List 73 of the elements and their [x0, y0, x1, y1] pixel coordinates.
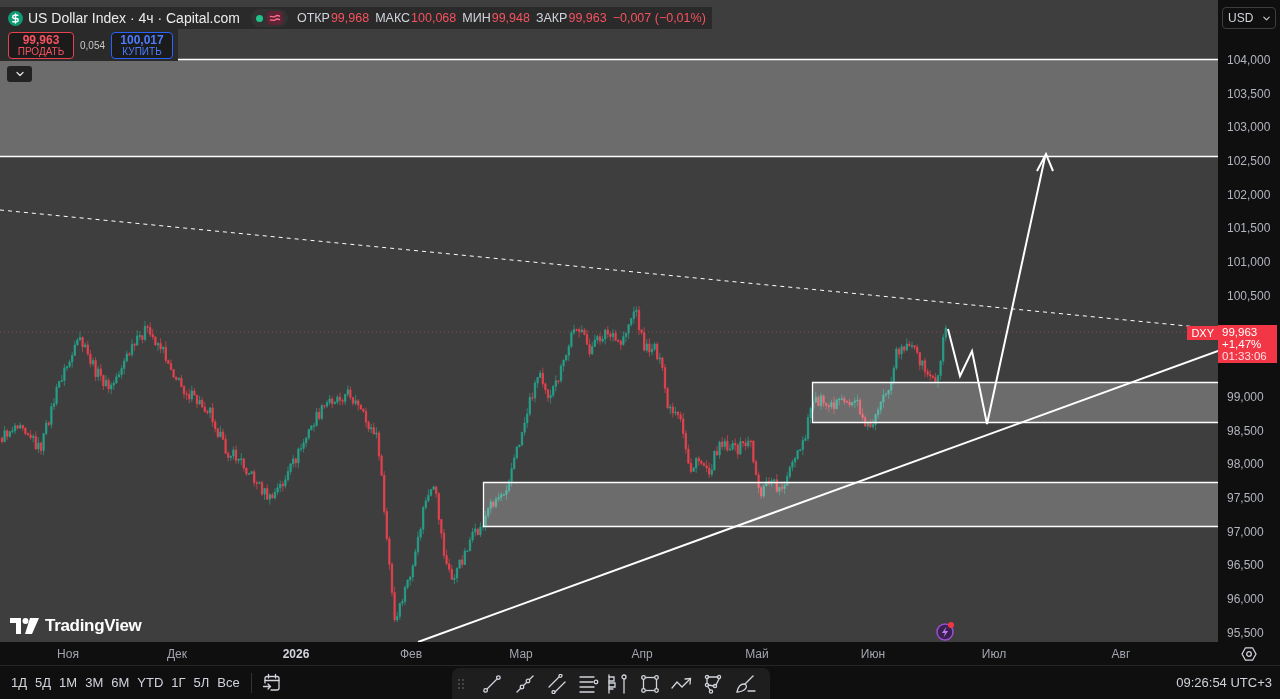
time-display: 09:26:54 UTC+3: [1176, 673, 1272, 692]
ohlc-value: 99,948: [491, 9, 530, 27]
range-button[interactable]: 3М: [81, 669, 108, 696]
price-tick-label: 98,000: [1227, 457, 1264, 472]
price-tick-label: 101,000: [1227, 255, 1271, 270]
price-tick-label: 100,500: [1227, 288, 1271, 303]
sell-button[interactable]: 99,963 ПРОДАТЬ: [8, 32, 74, 59]
time-axis-label: Ноя: [57, 647, 79, 661]
range-button[interactable]: 6М: [107, 669, 134, 696]
price-tick-label: 103,500: [1227, 86, 1271, 101]
time-axis-label: Апр: [631, 647, 653, 661]
brush-icon[interactable]: [735, 673, 757, 694]
logo-icon: [10, 617, 40, 635]
time-axis-label: Май: [745, 647, 769, 661]
time-axis-label: 2026: [282, 647, 310, 661]
range-button[interactable]: 5Л: [189, 669, 214, 696]
price-tick-label: 102,000: [1227, 187, 1271, 202]
collapse-button[interactable]: [7, 66, 32, 82]
polygon-icon[interactable]: [703, 673, 723, 694]
range-button[interactable]: 1М: [55, 669, 82, 696]
range-button[interactable]: 5Д: [31, 669, 56, 696]
price-tick-label: 99,000: [1227, 389, 1264, 404]
currency-dropdown[interactable]: USD: [1222, 7, 1276, 29]
ohlc-label: ОТКР: [296, 9, 330, 27]
range-button[interactable]: Все: [213, 669, 244, 696]
ohlc-label: ЗАКР: [535, 9, 568, 27]
price-tick-label: 104,000: [1227, 53, 1271, 67]
time-axis-label: Фев: [399, 647, 423, 661]
price-tick-label: 102,500: [1227, 154, 1271, 169]
price-tick-label: 97,000: [1227, 524, 1264, 539]
line-points-icon[interactable]: [515, 673, 535, 694]
drag-handle-icon[interactable]: [458, 678, 464, 689]
settings-icon[interactable]: [1241, 645, 1257, 662]
ohlc-value: 99,968: [330, 9, 370, 27]
symbol-label: DXY: [1187, 326, 1218, 340]
price-tick-label: 96,500: [1227, 558, 1264, 573]
price-change: +1,47%: [1222, 338, 1262, 350]
price-tick-label: 103,000: [1227, 120, 1271, 135]
price-tick-label: 97,500: [1227, 490, 1264, 505]
level-bars-icon[interactable]: [607, 673, 617, 694]
price-tick-label: 96,000: [1227, 592, 1264, 606]
bar-countdown: 01:33:06: [1222, 350, 1267, 362]
buy-button[interactable]: 100,017 КУПИТЬ: [111, 32, 174, 59]
price-tick-label: 95,500: [1227, 625, 1264, 640]
horizontal-lines-icon[interactable]: [579, 674, 599, 693]
range-button[interactable]: YTD: [133, 669, 168, 696]
range-button[interactable]: 1Д: [7, 669, 32, 696]
calendar-icon[interactable]: [261, 673, 282, 692]
lightning-icon[interactable]: [936, 623, 954, 641]
parallel-lines-icon[interactable]: [547, 673, 567, 694]
last-price: 99,963: [1222, 326, 1258, 338]
ohlc-value: 100,068: [411, 9, 457, 27]
diagonal-line-icon[interactable]: [482, 673, 502, 694]
logo-text: TradingView: [45, 616, 142, 636]
price-tick-label: 101,500: [1227, 221, 1271, 236]
time-axis-label: Июл: [981, 647, 1007, 661]
time-axis-label: Авг: [1111, 647, 1131, 661]
ohlc-value: 99,963: [568, 9, 607, 27]
time-axis-label: Дек: [166, 647, 188, 661]
price-tick-label: 98,500: [1227, 423, 1264, 438]
spread-value: 0,054: [80, 39, 106, 53]
rectangle-icon[interactable]: [640, 673, 660, 694]
range-button[interactable]: 1Г: [167, 669, 190, 696]
ohlc-label: МАКС: [375, 9, 411, 27]
time-axis-label: Мар: [509, 647, 533, 661]
status-dot-icon: [255, 14, 263, 22]
vertical-line-icon[interactable]: [621, 673, 627, 694]
dollar-icon: [8, 10, 23, 26]
ohlc-label: МИН: [462, 9, 491, 27]
waves-icon: [266, 11, 283, 25]
change-value: −0,007 (−0,01%): [612, 9, 706, 27]
symbol-title: US Dollar Index · 4ч · Capital.com: [28, 10, 240, 26]
time-axis-label: Июн: [860, 647, 886, 661]
